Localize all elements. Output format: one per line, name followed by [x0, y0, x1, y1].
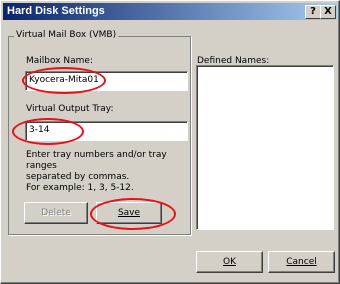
help-button[interactable]: ? — [305, 5, 321, 19]
cancel-button[interactable]: Cancel — [268, 251, 335, 273]
help-line-1: Enter tray numbers and/or tray ranges — [26, 150, 167, 171]
delete-button-label: Delete — [41, 208, 71, 218]
mailbox-name-label: Mailbox Name: — [26, 56, 93, 66]
group-legend: Virtual Mail Box (VMB) — [14, 30, 119, 40]
help-line-3: For example: 1, 3, 5-12. — [26, 183, 134, 193]
dialog-title: Hard Disk Settings — [7, 5, 105, 17]
title-bar: Hard Disk Settings ? X — [3, 3, 337, 20]
help-line-2: separated by commas. — [26, 172, 130, 182]
cancel-button-label: Cancel — [286, 257, 317, 267]
ok-button-label: OK — [223, 257, 236, 267]
close-button[interactable]: X — [320, 5, 336, 19]
output-tray-label: Virtual Output Tray: — [26, 104, 114, 114]
tray-help-text: Enter tray numbers and/or tray ranges se… — [26, 150, 191, 194]
mailbox-name-highlight — [22, 67, 106, 94]
defined-names-list[interactable] — [196, 65, 334, 230]
ok-button[interactable]: OK — [196, 251, 263, 273]
output-tray-highlight — [12, 118, 84, 145]
save-button-highlight — [90, 198, 176, 230]
delete-button[interactable]: Delete — [24, 202, 88, 224]
